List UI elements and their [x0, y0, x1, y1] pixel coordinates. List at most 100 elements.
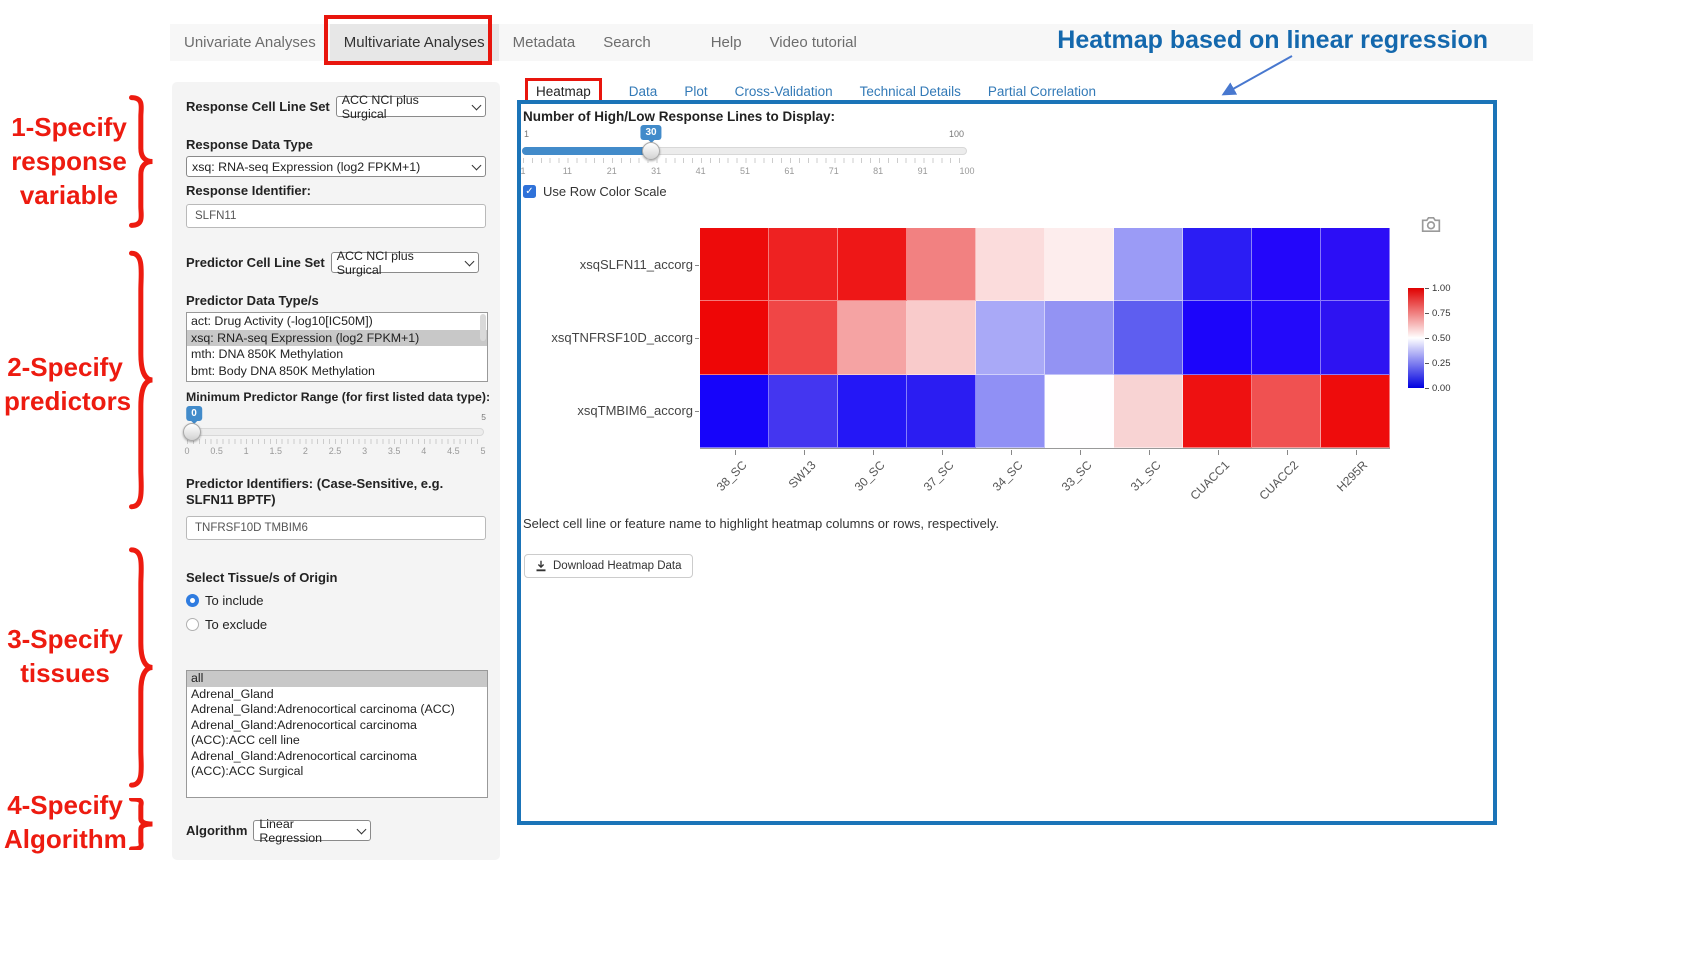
heatmap-row-tick	[695, 338, 699, 339]
tissue-include-radio[interactable]	[186, 594, 199, 607]
slider-tick-label: 11	[563, 166, 572, 176]
heatmap-col-label-text[interactable]: 38_SC	[714, 458, 750, 494]
row-color-scale-checkbox[interactable]: ✓	[523, 185, 536, 198]
heatmap-cell[interactable]	[907, 375, 976, 448]
nav-item-multivariate-analyses[interactable]: Multivariate Analyses	[330, 24, 499, 61]
heatmap-cell[interactable]	[1252, 301, 1321, 374]
heatmap-cell[interactable]	[976, 301, 1045, 374]
download-heatmap-data-button[interactable]: Download Heatmap Data	[524, 554, 693, 578]
heatmap-cell[interactable]	[769, 301, 838, 374]
heatmap-cell[interactable]	[838, 375, 907, 448]
heatmap-cell[interactable]	[1321, 301, 1390, 374]
heatmap-cell[interactable]	[1114, 228, 1183, 301]
tissue-option[interactable]: Adrenal_Gland:Adrenocortical carcinoma (…	[187, 702, 487, 718]
nav-item-metadata[interactable]: Metadata	[499, 24, 590, 61]
tab-cross-validation[interactable]: Cross-Validation	[735, 84, 833, 99]
heatmap-col-label-text[interactable]: SW13	[785, 458, 818, 491]
colorbar-tick-label: 1.00	[1432, 283, 1451, 294]
heatmap-cell[interactable]	[1252, 228, 1321, 301]
heatmap-row-label[interactable]: xsqTMBIM6_accorg	[521, 403, 693, 418]
annotation-step-4: 4-Specify Algorithm	[4, 788, 126, 856]
heatmap-cell[interactable]	[1183, 375, 1252, 448]
heatmap-cell[interactable]	[1321, 228, 1390, 301]
heatmap-cell[interactable]	[976, 375, 1045, 448]
tissue-exclude-radio[interactable]	[186, 618, 199, 631]
slider-handle[interactable]	[183, 423, 201, 441]
heatmap-col-label-text[interactable]: 31_SC	[1128, 458, 1164, 494]
heatmap-cell[interactable]	[700, 301, 769, 374]
heatmap-col-label-text[interactable]: 30_SC	[852, 458, 888, 494]
annotation-step-1: 1-Specify response variable	[8, 110, 130, 212]
lines-slider[interactable]: 30 1112131415161718191100	[521, 104, 981, 184]
slider-tick-label: 0	[184, 446, 189, 456]
heatmap-row-label[interactable]: xsqSLFN11_accorg	[521, 257, 693, 272]
response-cell-line-set-select[interactable]: ACC NCI plus Surgical	[336, 96, 486, 117]
tissue-exclude-label: To exclude	[205, 617, 267, 632]
response-data-type-select[interactable]: xsq: RNA-seq Expression (log2 FPKM+1)	[186, 156, 486, 177]
nav-item-univariate-analyses[interactable]: Univariate Analyses	[170, 24, 330, 61]
app-root: Univariate AnalysesMultivariate Analyses…	[0, 0, 1700, 956]
annotation-step-3-line: tissues	[4, 656, 126, 690]
tissue-option[interactable]: Adrenal_Gland:Adrenocortical carcinoma (…	[187, 749, 487, 780]
heatmap-cell[interactable]	[1252, 375, 1321, 448]
min-predictor-range-label: Minimum Predictor Range (for first liste…	[186, 390, 486, 404]
predictor-type-option-bmt[interactable]: bmt: Body DNA 850K Methylation	[187, 363, 487, 380]
heatmap-cell[interactable]	[1183, 301, 1252, 374]
predictor-data-types-listbox[interactable]: act: Drug Activity (-log10[IC50M])xsq: R…	[186, 312, 488, 382]
slider-track[interactable]	[186, 428, 484, 436]
heatmap-cell[interactable]	[700, 228, 769, 301]
chevron-down-icon	[357, 824, 367, 834]
annotation-brace-2	[128, 248, 156, 512]
heatmap-col-label-text[interactable]: H295R	[1334, 458, 1370, 494]
heatmap-col-label-text[interactable]: 34_SC	[990, 458, 1026, 494]
tab-technical-details[interactable]: Technical Details	[860, 84, 961, 99]
tab-plot[interactable]: Plot	[684, 84, 707, 99]
predictor-cell-line-set-select[interactable]: ACC NCI plus Surgical	[331, 252, 479, 273]
nav-item-search[interactable]: Search	[589, 24, 665, 61]
heatmap-cell[interactable]	[769, 228, 838, 301]
camera-icon[interactable]	[1421, 216, 1441, 233]
slider-tick-label: 3	[362, 446, 367, 456]
heatmap-cell[interactable]	[1183, 228, 1252, 301]
tissue-option[interactable]: all	[187, 671, 487, 687]
response-identifier-input[interactable]: SLFN11	[186, 204, 486, 228]
min-predictor-range-slider[interactable]: 0 5 00.511.522.533.544.55	[186, 406, 488, 464]
heatmap-col-label-text[interactable]: 33_SC	[1059, 458, 1095, 494]
annotation-brace-3	[128, 545, 156, 790]
heatmap-cell[interactable]	[976, 228, 1045, 301]
slider-tick-label: 4.5	[447, 446, 460, 456]
slider-tick-label: 41	[696, 166, 706, 176]
heatmap-cell[interactable]	[1321, 375, 1390, 448]
heatmap-cell[interactable]	[1045, 301, 1114, 374]
predictor-type-option-mth[interactable]: mth: DNA 850K Methylation	[187, 346, 487, 363]
tissue-option[interactable]: Adrenal_Gland	[187, 687, 487, 703]
predictor-identifiers-input[interactable]: TNFRSF10D TMBIM6	[186, 516, 486, 540]
heatmap-cell[interactable]	[769, 375, 838, 448]
scrollbar[interactable]	[480, 314, 486, 341]
algorithm-select[interactable]: Linear Regression	[253, 820, 371, 841]
predictor-type-option-xsq[interactable]: xsq: RNA-seq Expression (log2 FPKM+1)	[187, 330, 487, 347]
heatmap-cell[interactable]	[1114, 375, 1183, 448]
nav-item-help[interactable]: Help	[697, 24, 756, 61]
nav-item-video-tutorial[interactable]: Video tutorial	[756, 24, 871, 61]
heatmap-cell[interactable]	[700, 375, 769, 448]
heatmap-cell[interactable]	[1045, 228, 1114, 301]
tissue-include-label: To include	[205, 593, 264, 608]
heatmap-row-label[interactable]: xsqTNFRSF10D_accorg	[521, 330, 693, 345]
heatmap-cell[interactable]	[907, 301, 976, 374]
tab-data[interactable]: Data	[629, 84, 658, 99]
heatmap-col-label-text[interactable]: CUACC2	[1257, 458, 1302, 503]
tissue-listbox[interactable]: allAdrenal_GlandAdrenal_Gland:Adrenocort…	[186, 670, 488, 798]
heatmap-col-tick	[1011, 450, 1012, 455]
predictor-type-option-act[interactable]: act: Drug Activity (-log10[IC50M])	[187, 313, 487, 330]
tissue-option[interactable]: Adrenal_Gland:Adrenocortical carcinoma (…	[187, 718, 487, 749]
heatmap-cell[interactable]	[838, 301, 907, 374]
heatmap-cell[interactable]	[1045, 375, 1114, 448]
heatmap-cell[interactable]	[838, 228, 907, 301]
heatmap-cell[interactable]	[907, 228, 976, 301]
heatmap-col-label-text[interactable]: 37_SC	[921, 458, 957, 494]
heatmap-cell[interactable]	[1114, 301, 1183, 374]
heatmap-col-label-text[interactable]: CUACC1	[1188, 458, 1233, 503]
tab-partial-correlation[interactable]: Partial Correlation	[988, 84, 1096, 99]
chevron-down-icon	[471, 100, 481, 110]
